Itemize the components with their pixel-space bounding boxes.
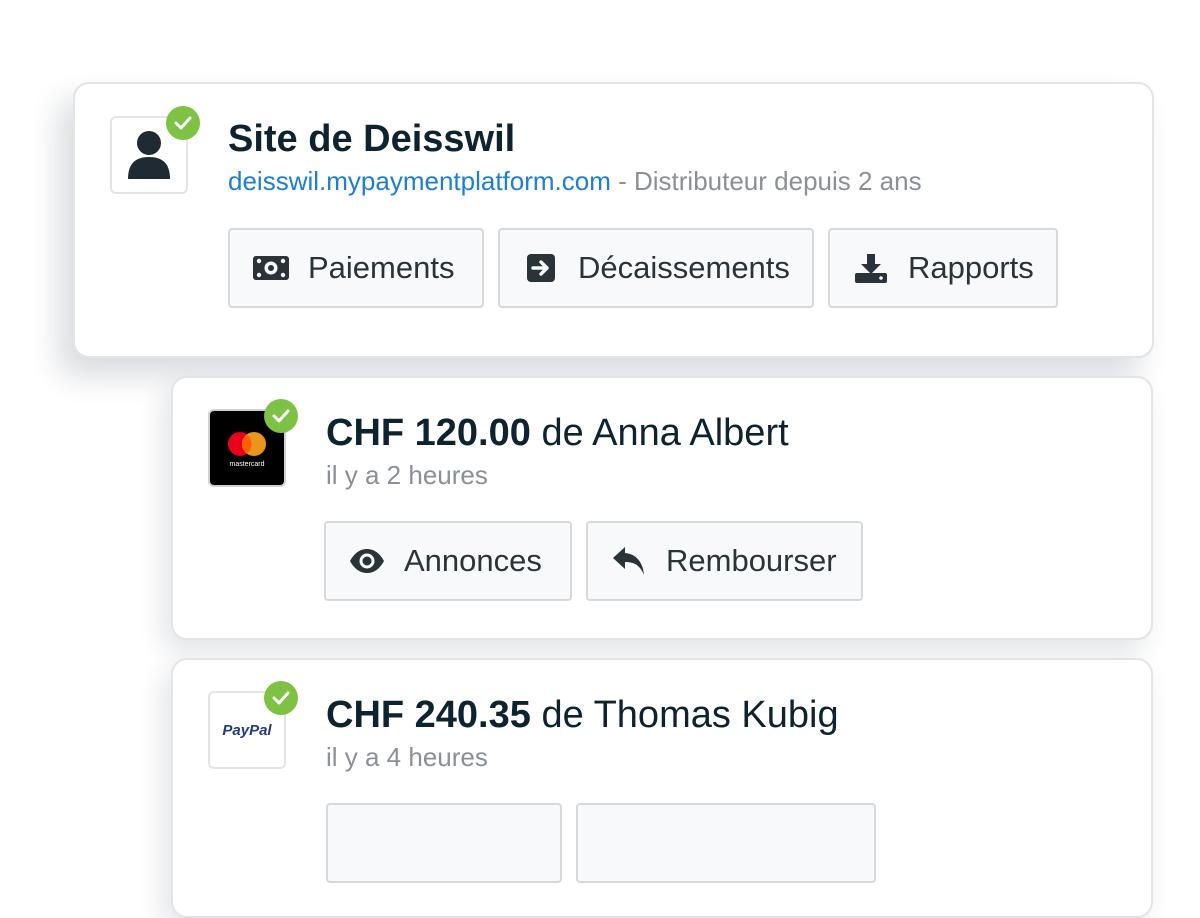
refund-label: Rembourser <box>666 543 837 578</box>
verified-check-icon <box>264 399 298 433</box>
action-button[interactable] <box>326 803 562 883</box>
money-bill-icon <box>252 249 290 287</box>
transaction-title: CHF 120.00 de Anna Albert <box>326 412 789 455</box>
action-button[interactable] <box>576 803 876 883</box>
transaction-title: CHF 240.35 de Thomas Kubig <box>326 694 839 737</box>
disbursements-button[interactable]: Décaissements <box>498 228 814 308</box>
transaction-amount: CHF 120.00 <box>326 412 531 454</box>
site-title: Site de Deisswil <box>228 118 516 160</box>
transaction-time: il y a 4 heures <box>326 742 488 772</box>
reports-button[interactable]: Rapports <box>828 228 1058 308</box>
site-subtitle: deisswil.mypaymentplatform.com - Distrib… <box>228 166 922 197</box>
site-card: Site de Deisswil deisswil.mypaymentplatf… <box>73 82 1154 358</box>
transaction-amount: CHF 240.35 <box>326 694 531 736</box>
download-icon <box>852 249 890 287</box>
arrow-right-square-icon <box>522 249 560 287</box>
transaction-payer: de Thomas Kubig <box>530 694 839 736</box>
refund-button[interactable]: Rembourser <box>586 521 863 601</box>
eye-icon <box>348 542 386 580</box>
view-button[interactable]: Annonces <box>324 521 572 601</box>
disbursements-label: Décaissements <box>578 250 790 285</box>
transaction-card: mastercard CHF 120.00 de Anna Albert il … <box>171 376 1153 640</box>
site-url-link[interactable]: deisswil.mypaymentplatform.com <box>228 166 611 196</box>
payments-label: Paiements <box>308 250 455 285</box>
user-icon <box>128 131 170 179</box>
site-meta: - Distributeur depuis 2 ans <box>610 166 922 196</box>
verified-check-icon <box>166 106 200 140</box>
transaction-payer: de Anna Albert <box>530 412 789 454</box>
transaction-card: PayPal CHF 240.35 de Thomas Kubig il y a… <box>171 658 1153 918</box>
payments-button[interactable]: Paiements <box>228 228 484 308</box>
reply-icon <box>610 542 648 580</box>
view-label: Annonces <box>404 543 542 578</box>
reports-label: Rapports <box>908 250 1034 285</box>
verified-check-icon <box>264 681 298 715</box>
paypal-wordmark: PayPal <box>222 721 272 739</box>
mastercard-wordmark: mastercard <box>229 461 264 468</box>
transaction-time: il y a 2 heures <box>326 460 488 490</box>
